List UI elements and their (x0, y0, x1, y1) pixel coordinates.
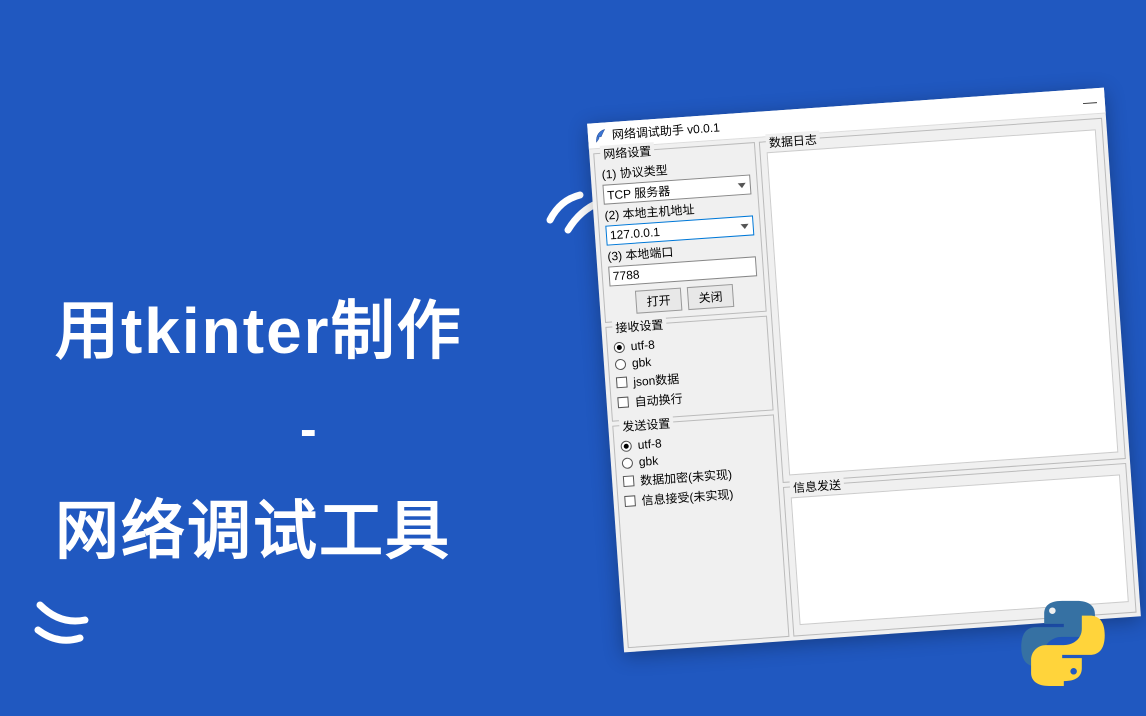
radio-icon (622, 457, 634, 469)
python-logo-icon (1018, 596, 1108, 686)
recv-settings-group: 接收设置 utf-8 gbk json数据 自动换行 (605, 316, 773, 422)
recv-wrap-label: 自动换行 (634, 390, 683, 410)
recv-utf8-label: utf-8 (630, 338, 655, 354)
headline-dash: - (300, 400, 319, 458)
doodle-bottom-icon (30, 590, 100, 660)
radio-icon (613, 341, 625, 353)
recv-json-label: json数据 (633, 370, 680, 390)
radio-icon (615, 358, 627, 370)
headline-line-1: 用tkinter制作 (55, 280, 463, 372)
send-utf8-label: utf-8 (637, 436, 662, 452)
close-button[interactable]: 关闭 (687, 284, 735, 310)
recv-settings-title: 接收设置 (612, 316, 667, 337)
open-button[interactable]: 打开 (635, 288, 683, 314)
recv-gbk-label: gbk (631, 355, 651, 370)
minimize-icon[interactable]: — (1082, 95, 1095, 108)
send-settings-group: 发送设置 utf-8 gbk 数据加密(未实现) 信息接受(未实现) (612, 414, 789, 648)
send-settings-title: 发送设置 (619, 414, 674, 435)
checkbox-icon (623, 475, 635, 487)
checkbox-icon (617, 397, 629, 409)
send-gbk-label: gbk (638, 454, 658, 469)
network-settings-title: 网络设置 (600, 142, 655, 163)
data-log-group: 数据日志 (759, 118, 1126, 483)
radio-icon (620, 440, 632, 452)
window-controls: — (1082, 94, 1099, 107)
app-feather-icon (594, 128, 607, 143)
headline-line-2: 网络调试工具 (55, 480, 451, 572)
app-window: 网络调试助手 v0.0.1 — 网络设置 (1) 协议类型 (2) 本地主机地址… (587, 88, 1141, 653)
send-encrypt-label: 数据加密(未实现) (640, 465, 733, 488)
network-settings-group: 网络设置 (1) 协议类型 (2) 本地主机地址 (3) 本地端口 打开 关闭 (593, 142, 766, 323)
send-ack-label: 信息接受(未实现) (641, 485, 734, 508)
window-title: 网络调试助手 v0.0.1 (611, 118, 720, 142)
checkbox-icon (616, 377, 628, 389)
checkbox-icon (624, 495, 636, 507)
data-log-textarea[interactable] (767, 129, 1119, 475)
